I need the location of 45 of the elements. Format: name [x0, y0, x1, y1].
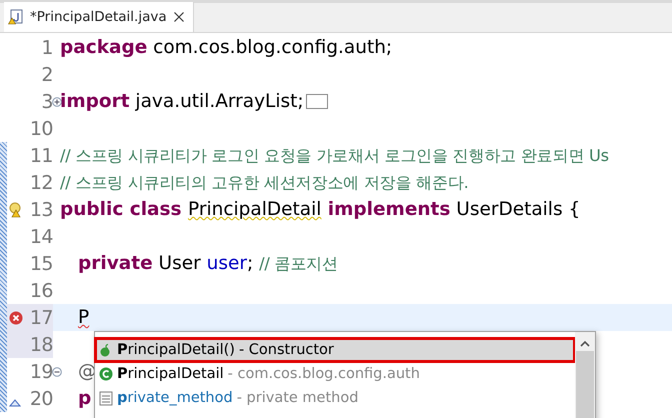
line-number: 2	[41, 64, 53, 86]
code-token: private	[78, 253, 153, 274]
code-token: // 스프링 시큐리티의 고유한 세션저장소에 저장을 해준다.	[60, 172, 469, 194]
line-number: 11	[30, 144, 53, 166]
code-token: java.util.ArrayList;	[134, 91, 304, 112]
code-token: import	[60, 91, 130, 112]
line-number: 20	[30, 388, 53, 410]
class-icon	[99, 367, 113, 381]
code-token: implements	[326, 199, 450, 220]
line-number: 19	[30, 360, 53, 382]
completion-item[interactable]: PrincipalDetail() - Constructor	[95, 338, 575, 362]
java-file-warning-icon	[8, 9, 24, 25]
code-token: User	[158, 253, 202, 274]
line-number: 16	[30, 280, 53, 302]
line-number: 13	[30, 198, 53, 220]
line-number: 1	[41, 36, 53, 58]
folded-code-marker[interactable]	[306, 94, 328, 109]
line-number: 10	[30, 118, 53, 140]
collapse-icon[interactable]	[52, 367, 62, 377]
completion-item[interactable]: PrincipalDetail - com.cos.blog.config.auth	[95, 362, 575, 386]
line-number: 3	[41, 90, 53, 112]
code-token: PrincipalDetail	[188, 199, 322, 220]
code-token: package	[60, 37, 148, 58]
expand-icon[interactable]	[52, 97, 62, 107]
completion-item[interactable]: private_method - private method	[95, 386, 575, 410]
code-token: UserDetails {	[455, 199, 580, 220]
code-token: ;	[246, 253, 254, 274]
code-token: user	[206, 253, 247, 274]
close-icon[interactable]	[172, 11, 185, 23]
code-token: // 콤포지션	[259, 252, 338, 274]
line-number: 12	[30, 172, 53, 194]
document-icon	[99, 390, 113, 406]
code-token: P	[78, 307, 90, 328]
line-number: 17	[30, 306, 53, 328]
code-token: p	[78, 388, 92, 409]
code-token: public class	[60, 199, 183, 220]
scroll-up-icon[interactable]	[580, 340, 590, 347]
code-token: com.cos.blog.config.auth;	[152, 37, 392, 58]
line-number: 18	[30, 334, 53, 356]
line-number: 14	[30, 226, 53, 248]
code-token: // 스프링 시큐리티가 로그인 요청을 가로채서 로그인을 진행하고 완료되면 Us	[60, 144, 609, 166]
editor-tab[interactable]: *PrincipalDetail.java	[4, 2, 194, 32]
tab-title: *PrincipalDetail.java	[30, 9, 167, 25]
line-number: 15	[30, 252, 53, 274]
scrollbar-thumb[interactable]	[576, 351, 594, 418]
